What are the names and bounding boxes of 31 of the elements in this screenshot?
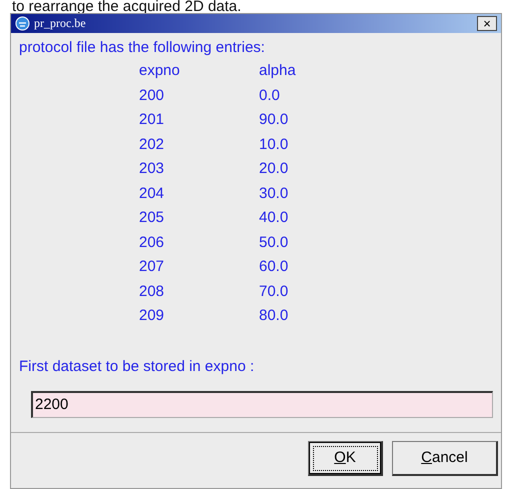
table-cell-text: 80.0 — [259, 306, 290, 326]
prompt-text: First dataset to be stored in expno : — [19, 358, 256, 374]
table-cell-text: 40.0 — [259, 208, 290, 228]
table-cell-text: 30.0 — [259, 184, 290, 203]
table-cell-text: 20.0 — [259, 159, 290, 178]
table-cell-text: 50.0 — [259, 232, 290, 252]
table-cell-text: 207 — [139, 257, 166, 276]
app-icon — [15, 16, 30, 31]
window-title: pr_proc.be — [34, 16, 87, 31]
table-cell-text: 200 — [139, 86, 166, 105]
table-cell-text: 205 — [139, 208, 166, 228]
table-cell-text: 201 — [139, 110, 166, 130]
table-cell-text: 206 — [139, 232, 166, 252]
table-cell-text: 90.0 — [259, 110, 290, 130]
expno-field[interactable]: 2200 — [31, 390, 493, 418]
table-cell-text: 208 — [139, 282, 166, 301]
cancel-button[interactable]: Cancel — [392, 440, 498, 476]
table-cell-text: 0.0 — [259, 86, 281, 105]
table-cell-text: 209 — [139, 306, 166, 326]
table-cell-text: 204 — [139, 184, 166, 203]
column-header: alpha — [259, 61, 297, 80]
table-cell-text: 10.0 — [259, 134, 290, 154]
column-header: expno — [139, 61, 181, 80]
table-cell-text: 70.0 — [259, 282, 290, 301]
ok-button[interactable]: OK — [308, 440, 383, 476]
intro-text: protocol file has the following entries: — [19, 39, 266, 58]
table-cell-text: 60.0 — [259, 257, 290, 276]
table-cell-text: 202 — [139, 134, 166, 154]
background-text: to rearrange the acquired 2D data. — [11, 0, 242, 13]
table-cell-text: 203 — [139, 159, 166, 178]
close-button[interactable]: × — [477, 16, 497, 31]
